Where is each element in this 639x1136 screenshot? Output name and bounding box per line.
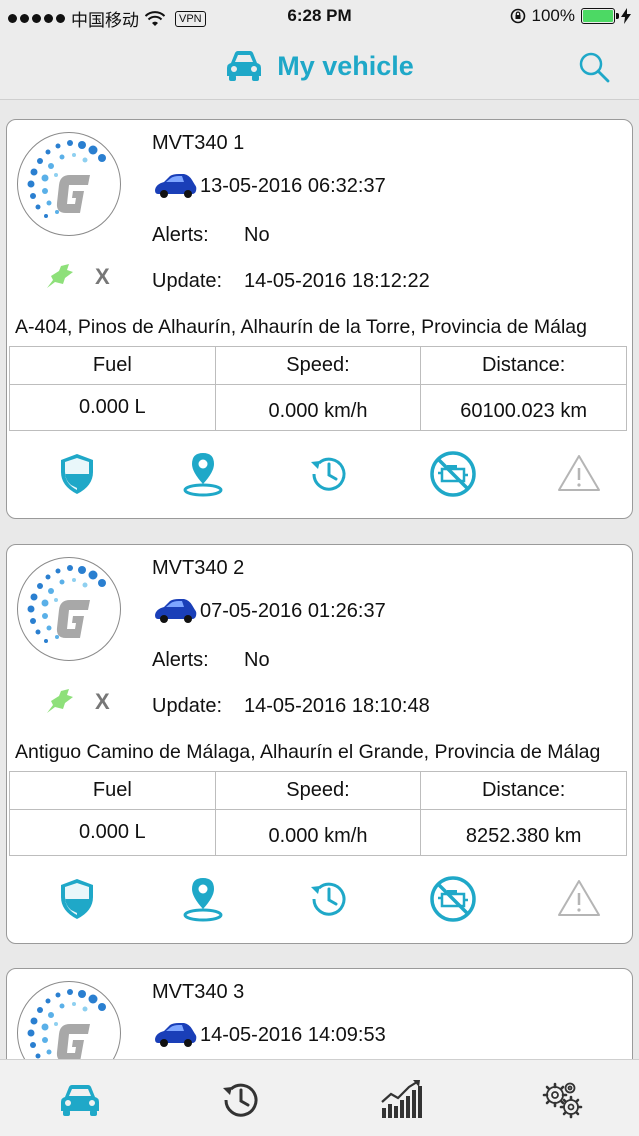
location-pin-icon[interactable] <box>179 875 227 923</box>
update-label: Update: <box>152 270 223 292</box>
history-icon[interactable] <box>305 450 353 498</box>
location-pin-icon[interactable] <box>179 450 227 498</box>
vehicle-name: MVT340 3 <box>152 981 245 1003</box>
last-position-row: 07-05-2016 01:26:37 <box>152 597 386 625</box>
update-row: Update: 14-05-2016 18:12:22 <box>152 270 430 293</box>
search-icon[interactable] <box>577 50 611 84</box>
last-position-time: 07-05-2016 01:26:37 <box>200 599 386 622</box>
status-right: 100% <box>510 6 631 26</box>
company-logo <box>17 981 121 1059</box>
battery-icon <box>581 8 619 24</box>
vehicle-list: MVT340 1 13-05-2016 06:32:37 Alerts: No … <box>0 101 639 1059</box>
update-time: 14-05-2016 18:12:22 <box>244 270 430 292</box>
shield-icon[interactable] <box>53 875 101 923</box>
car-icon <box>155 174 197 198</box>
vehicle-card[interactable]: MVT340 2 07-05-2016 01:26:37 Alerts: No … <box>6 544 633 944</box>
car-icon <box>155 1023 197 1047</box>
company-logo <box>17 557 121 661</box>
last-position-row: 13-05-2016 06:32:37 <box>152 172 386 200</box>
charging-icon <box>621 8 631 24</box>
fuel-header: Fuel <box>9 771 216 810</box>
alerts-value: No <box>244 649 270 671</box>
tab-settings[interactable] <box>540 1078 584 1122</box>
gps-signal-icon <box>47 264 73 288</box>
speed-value: 0.000 km/h <box>214 809 422 856</box>
alerts-row: Alerts: No <box>152 224 270 247</box>
battery-percent: 100% <box>531 6 575 25</box>
alerts-value: No <box>244 224 270 246</box>
tab-bar <box>0 1059 639 1136</box>
page-title: My vehicle <box>277 50 414 81</box>
update-time: 14-05-2016 18:10:48 <box>244 695 430 717</box>
distance-value: 60100.023 km <box>420 384 627 431</box>
metrics-table: Fuel Speed: Distance: 0.000 L 0.000 km/h 601… <box>9 346 627 431</box>
tab-vehicles[interactable] <box>58 1078 102 1122</box>
card-actions <box>7 450 632 506</box>
alerts-label: Alerts: <box>152 224 209 246</box>
status-bar: 中国移动 VPN 6:28 PM 100% <box>0 0 639 34</box>
update-label: Update: <box>152 695 223 717</box>
engine-off-icon[interactable] <box>429 875 477 923</box>
speed-value: 0.000 km/h <box>214 384 422 431</box>
shield-icon[interactable] <box>53 450 101 498</box>
fuel-value: 0.000 L <box>9 384 216 431</box>
car-icon <box>155 599 197 623</box>
gps-signal-icon <box>47 689 73 713</box>
orientation-lock-icon <box>510 8 525 24</box>
metrics-table: Fuel Speed: Distance: 0.000 L 0.000 km/h 825… <box>9 771 627 856</box>
vehicle-card[interactable]: MVT340 3 14-05-2016 14:09:53 <box>6 968 633 1059</box>
fuel-value: 0.000 L <box>9 809 216 856</box>
card-actions <box>7 875 632 931</box>
vehicle-address: Antiguo Camino de Málaga, Alhaurín el Gr… <box>15 741 601 763</box>
vehicle-name: MVT340 2 <box>152 557 245 579</box>
distance-header: Distance: <box>420 346 627 385</box>
car-icon <box>227 51 262 81</box>
last-position-time: 14-05-2016 14:09:53 <box>200 1023 386 1046</box>
speed-header: Speed: <box>214 346 422 385</box>
alerts-row: Alerts: No <box>152 649 270 672</box>
fuel-header: Fuel <box>9 346 216 385</box>
alerts-label: Alerts: <box>152 649 209 671</box>
offline-mark: X <box>95 689 110 714</box>
vehicle-address: A-404, Pinos de Alhaurín, Alhaurín de la… <box>15 316 587 338</box>
nav-bar: My vehicle <box>0 34 639 100</box>
distance-value: 8252.380 km <box>420 809 627 856</box>
offline-mark: X <box>95 264 110 289</box>
update-row: Update: 14-05-2016 18:10:48 <box>152 695 430 718</box>
last-position-row: 14-05-2016 14:09:53 <box>152 1021 386 1049</box>
engine-off-icon[interactable] <box>429 450 477 498</box>
company-logo <box>17 132 121 236</box>
vehicle-card[interactable]: MVT340 1 13-05-2016 06:32:37 Alerts: No … <box>6 119 633 519</box>
speed-header: Speed: <box>214 771 422 810</box>
tab-reports[interactable] <box>379 1078 423 1122</box>
warning-icon[interactable] <box>555 875 603 923</box>
distance-header: Distance: <box>420 771 627 810</box>
history-icon[interactable] <box>305 875 353 923</box>
tab-history[interactable] <box>219 1078 263 1122</box>
nav-title-group: My vehicle <box>0 50 639 82</box>
vehicle-name: MVT340 1 <box>152 132 245 154</box>
warning-icon[interactable] <box>555 450 603 498</box>
last-position-time: 13-05-2016 06:32:37 <box>200 174 386 197</box>
